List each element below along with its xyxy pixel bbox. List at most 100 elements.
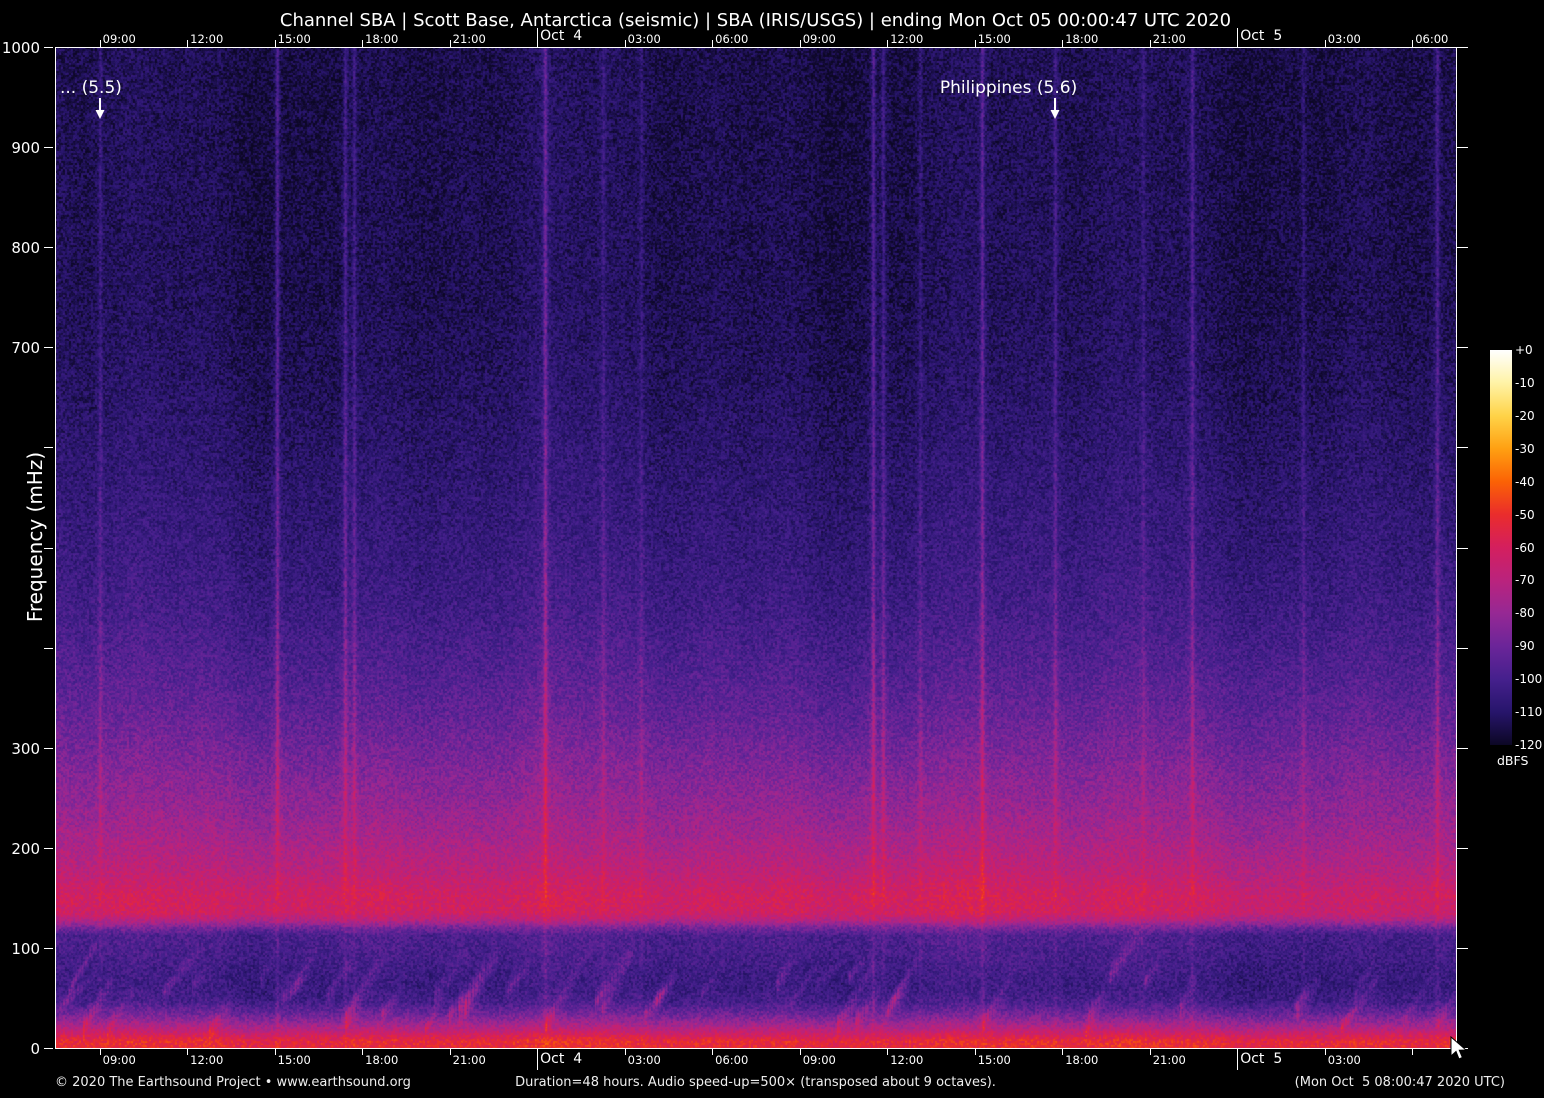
y-tick-left [44, 947, 53, 949]
x-tick-label-bottom: 21:00 [1152, 1053, 1186, 1067]
x-tick-label-bottom: 18:00 [1065, 1053, 1099, 1067]
x-tick-label-top: 15:00 [977, 32, 1011, 46]
down-arrow-icon [95, 98, 105, 119]
x-tick-top [799, 40, 801, 47]
x-tick-top [887, 40, 889, 47]
x-tick-label-top: 15:00 [277, 32, 311, 46]
x-tick-label-top: 03:00 [627, 32, 661, 46]
colorbar-tick-label: -20 [1515, 408, 1535, 423]
down-arrow-icon [1050, 98, 1060, 119]
x-tick-top [537, 28, 539, 47]
y-tick-label: 900 [11, 139, 40, 158]
colorbar-tick-label: -120 [1515, 738, 1543, 752]
x-tick-bottom [624, 1048, 626, 1055]
x-tick-top [712, 40, 714, 47]
colorbar-tick-label: +0 [1515, 343, 1533, 357]
colorbar-unit-label: dBFS [1497, 753, 1529, 768]
x-tick-top [362, 40, 364, 47]
x-tick-bottom [712, 1048, 714, 1055]
x-tick-label-top: Oct 4 [540, 28, 583, 44]
colorbar-tick-label: -10 [1515, 375, 1535, 390]
spectrogram-page: Channel SBA | Scott Base, Antarctica (se… [0, 0, 1544, 1098]
y-tick-label: 300 [11, 739, 40, 758]
y-tick-right [1457, 847, 1468, 849]
colorbar-tick-label: -70 [1515, 573, 1535, 588]
x-tick-bottom [1149, 1048, 1151, 1055]
x-tick-bottom [1412, 1048, 1414, 1055]
y-tick-left [44, 1048, 53, 1049]
x-tick-top [1412, 40, 1414, 47]
colorbar-tick-label: -100 [1515, 672, 1543, 687]
x-tick-label-top: 21:00 [452, 32, 486, 46]
colorbar-tick-label: -30 [1515, 441, 1535, 456]
mouse-cursor-icon [1450, 1036, 1468, 1060]
x-tick-label-top: 06:00 [715, 32, 749, 46]
x-tick-label-top: 09:00 [802, 32, 836, 46]
x-tick-bottom [449, 1048, 451, 1055]
x-tick-bottom [537, 1048, 539, 1070]
x-tick-bottom [887, 1048, 889, 1055]
x-tick-label-top: 18:00 [1065, 32, 1099, 46]
y-axis-label: Frequency (mHz) [23, 451, 47, 623]
x-tick-label-bottom: 03:00 [1327, 1053, 1361, 1067]
y-tick-left [44, 547, 53, 549]
x-tick-top [1062, 40, 1064, 47]
x-tick-label-top: 12:00 [890, 32, 924, 46]
y-tick-label: 800 [11, 239, 40, 258]
x-tick-label-top: 18:00 [365, 32, 399, 46]
plot-border-top [55, 47, 1457, 48]
x-tick-label-bottom: 06:00 [715, 1053, 749, 1067]
x-tick-label-bottom: 09:00 [102, 1053, 136, 1067]
footer-duration: Duration=48 hours. Audio speed-up=500× (… [515, 1075, 996, 1090]
x-tick-bottom [274, 1048, 276, 1055]
colorbar-tick-label: -110 [1515, 705, 1543, 720]
y-tick-label: 700 [11, 339, 40, 358]
y-tick-right [1457, 447, 1468, 449]
y-tick-label: 1000 [1, 39, 40, 57]
x-tick-label-bottom: 21:00 [452, 1053, 486, 1067]
x-tick-top [1324, 40, 1326, 47]
x-tick-top [187, 40, 189, 47]
colorbar-gradient [1490, 350, 1512, 745]
x-tick-label-bottom: Oct 4 [540, 1051, 583, 1067]
x-tick-bottom [1062, 1048, 1064, 1055]
y-tick-right [1457, 347, 1468, 349]
x-tick-label-bottom: 12:00 [190, 1053, 224, 1067]
y-tick-left [44, 247, 53, 249]
x-tick-label-top: 06:00 [1415, 32, 1449, 46]
x-tick-label-bottom: 09:00 [802, 1053, 836, 1067]
y-tick-right [1457, 47, 1468, 48]
y-tick-right [1457, 247, 1468, 249]
x-tick-bottom [99, 1048, 101, 1055]
plot-border-bottom [55, 1048, 1457, 1049]
footer-timestamp: (Mon Oct 5 08:00:47 2020 UTC) [1294, 1075, 1505, 1090]
colorbar-tick-label: -60 [1515, 540, 1535, 555]
event-annotation-text: ... (5.5) [59, 78, 122, 98]
colorbar-tick-label: -80 [1515, 606, 1535, 621]
y-tick-left [44, 347, 53, 349]
x-tick-top [99, 40, 101, 47]
x-tick-top [1237, 28, 1239, 47]
y-tick-left [44, 847, 53, 849]
y-tick-right [1457, 947, 1468, 949]
colorbar-tick-label: -40 [1515, 474, 1535, 489]
x-tick-bottom [974, 1048, 976, 1055]
x-tick-label-top: 12:00 [190, 32, 224, 46]
y-tick-label: 0 [30, 1040, 40, 1058]
colorbar-tick-label: -50 [1515, 507, 1535, 522]
x-tick-top [974, 40, 976, 47]
y-tick-left [44, 147, 53, 149]
event-annotation-text: Philippines (5.6) [939, 78, 1078, 98]
x-tick-bottom [799, 1048, 801, 1055]
y-tick-right [1457, 747, 1468, 749]
y-tick-left [44, 447, 53, 449]
x-tick-label-top: 21:00 [1152, 32, 1186, 46]
y-tick-right [1457, 147, 1468, 149]
y-tick-right [1457, 647, 1468, 649]
x-tick-label-top: 03:00 [1327, 32, 1361, 46]
x-tick-top [624, 40, 626, 47]
x-tick-label-top: Oct 5 [1240, 28, 1283, 44]
x-tick-label-bottom: 15:00 [977, 1053, 1011, 1067]
y-tick-label: 100 [11, 939, 40, 958]
x-tick-top [1149, 40, 1151, 47]
